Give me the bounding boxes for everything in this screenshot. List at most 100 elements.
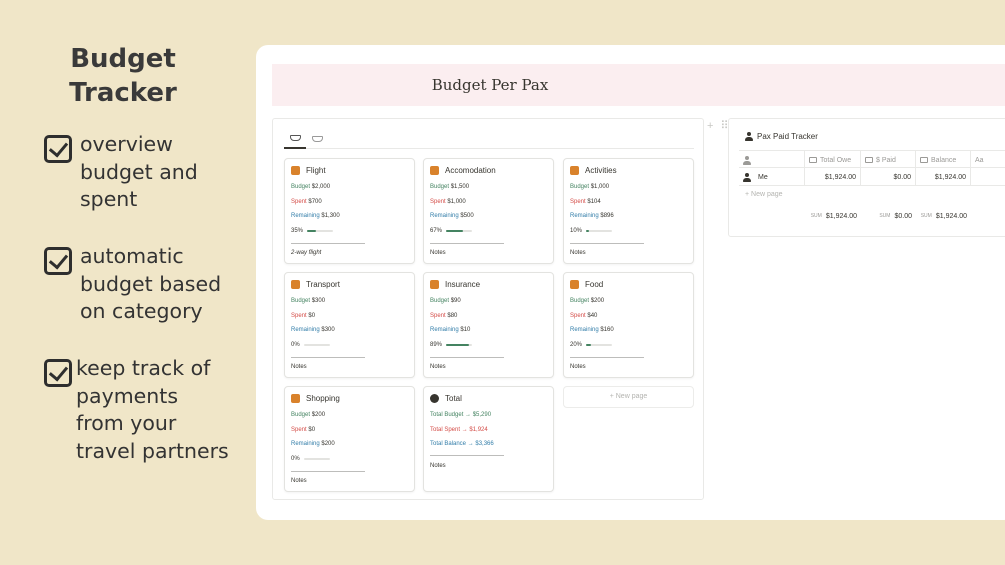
card-header: Transport [291,280,340,289]
category-card[interactable]: Accomodation Budget $1,500 Spent $1,000 Rem… [423,158,554,264]
card-title: Accomodation [445,166,496,175]
spent-line: Spent $80 [430,313,458,319]
airplane-icon [291,166,300,175]
feature-text: keep track of payments from your travel … [76,356,229,463]
remaining-line: Remaining $300 [291,327,335,333]
hotel-icon [430,166,439,175]
category-card[interactable]: Shopping Budget $200 Spent $0 Remaining $20… [284,386,415,492]
number-icon [865,157,873,163]
sum-total-owe[interactable]: SUM $1,924.00 [805,209,861,223]
sum-paid[interactable]: SUM $0.00 [861,209,916,223]
row-name[interactable]: Me [739,168,805,186]
pax-paid-tracker: Pax Paid Tracker Total Owe $ Paid Balanc… [728,118,1005,237]
category-card[interactable]: Insurance Budget $90 Spent $80 Remaining $1… [423,272,554,378]
card-notes: Notes [430,364,446,370]
progress: 0% [291,342,330,348]
progress-bar-fill [586,344,592,346]
header-title[interactable]: Aa [971,151,1005,169]
header-total-owe[interactable]: Total Owe [805,151,861,169]
drag-handle-icon[interactable]: + ⠿ [707,119,731,132]
checkbox-checked-icon [44,247,72,275]
remaining-line: Remaining $10 [430,327,471,333]
total-budget: Total Budget → $5,290 [430,412,492,418]
progress-bar [446,344,473,346]
new-page-button[interactable]: + New page [745,191,783,198]
total-balance: Total Balance → $3,366 [430,441,494,447]
card-title: Activities [585,166,617,175]
spent-line: Spent $0 [291,313,316,319]
gallery-view-icon [311,136,323,142]
header-balance[interactable]: Balance [916,151,971,169]
category-card[interactable]: Transport Budget $300 Spent $0 Remaining $3… [284,272,415,378]
divider [570,357,644,358]
card-title: Transport [306,280,340,289]
remaining-line: Remaining $200 [291,441,335,447]
category-card[interactable]: Activities Budget $1,000 Spent $104 Remaini… [563,158,694,264]
person-icon [743,172,751,182]
sum-balance[interactable]: SUM $1,924.00 [916,209,971,223]
spent-line: Spent $0 [291,427,316,433]
progress-bar [446,230,473,232]
car-icon [291,280,300,289]
progress: 35% [291,228,334,234]
card-header: Shopping [291,394,340,403]
spent-line: Spent $1,000 [430,199,466,205]
table-row[interactable]: Me $1,924.00 $0.00 $1,924.00 [739,168,1005,186]
spent-line: Spent $104 [570,199,601,205]
divider [291,243,365,244]
card-title: Shopping [306,394,340,403]
header-name[interactable] [739,151,805,169]
new-page-button[interactable]: + New page [563,386,694,408]
category-card[interactable]: Flight Budget $2,000 Spent $700 Remaining $… [284,158,415,264]
card-notes: Notes [291,364,307,370]
progress-bar [303,344,330,346]
progress-bar-fill [446,344,470,346]
promo-title: Budget Tracker [69,44,177,108]
card-title: Total [445,394,462,403]
elephant-icon [570,166,579,175]
remaining-line: Remaining $160 [570,327,614,333]
card-title: Food [585,280,604,289]
person-icon [743,155,751,165]
remaining-line: Remaining $500 [430,213,474,219]
progress-bar [586,344,613,346]
card-notes: Notes [430,250,446,256]
progress-bar-fill [307,230,317,232]
formula-icon [920,157,928,163]
progress-bar [307,230,334,232]
budget-line: Budget $1,500 [430,184,470,190]
row-balance[interactable]: $1,924.00 [916,168,971,186]
remaining-line: Remaining $896 [570,213,614,219]
row-paid[interactable]: $0.00 [861,168,916,186]
divider [570,243,644,244]
insurance-icon [430,280,439,289]
tracker-title: Pax Paid Tracker [745,132,818,141]
feature-item: automatic budget based on category [44,243,221,326]
app-panel: Budget Per Pax Flight Budget $2,000 Spent … [256,45,1005,520]
progress-bar [586,230,613,232]
checkbox-checked-icon [44,359,72,387]
card-title: Flight [306,166,326,175]
feature-item: overview budget and spent [44,131,198,214]
category-card[interactable]: Food Budget $200 Spent $40 Remaining $160 20… [563,272,694,378]
person-icon [745,132,753,141]
budget-line: Budget $2,000 [291,184,331,190]
tab-gallery-view[interactable] [284,129,306,149]
remaining-line: Remaining $1,300 [291,213,340,219]
divider [291,357,365,358]
tab-alt-view[interactable] [306,129,328,149]
row-total-owe[interactable]: $1,924.00 [805,168,861,186]
feature-text: automatic budget based on category [80,244,222,323]
divider [430,455,504,456]
card-notes: Notes [570,250,586,256]
total-card[interactable]: Total Total Budget → $5,290 Total Spent → … [423,386,554,492]
tracker-title-text: Pax Paid Tracker [757,132,818,141]
card-header: Flight [291,166,326,175]
row-extra[interactable] [971,168,1005,186]
formula-icon [809,157,817,163]
card-notes: Notes [291,478,307,484]
card-header: Activities [570,166,617,175]
progress-bar-fill [586,230,589,232]
page-title: Budget Per Pax [431,76,549,94]
header-paid[interactable]: $ Paid [861,151,916,169]
